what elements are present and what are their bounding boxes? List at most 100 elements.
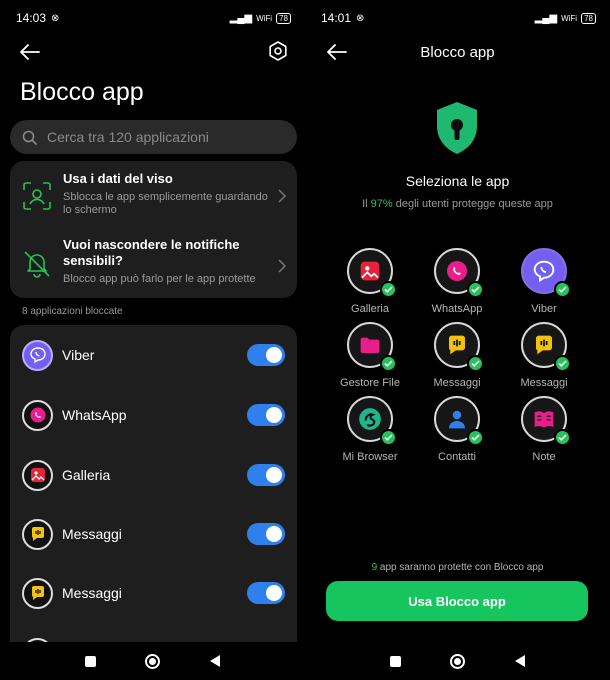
lock-toggle[interactable] [247,404,285,426]
app-name: Note [532,451,556,463]
check-icon [554,281,571,298]
back-nav-button[interactable] [515,655,526,667]
app-name: Messaggi [62,526,122,542]
list-item[interactable]: Messaggi [10,514,297,554]
gallery-icon [22,459,53,491]
home-button[interactable] [450,653,466,669]
battery-icon: 78 [276,12,291,24]
list-item[interactable]: Messaggi [10,573,297,613]
note-text: app saranno protette con Blocco app [377,562,544,573]
navigation-bar [305,642,610,680]
bell-off-icon [24,251,50,278]
search-bar[interactable] [10,120,297,154]
app-name: Messaggi [62,585,122,601]
status-time: 14:03 [16,11,47,25]
viber-icon [22,339,53,371]
face-data-option[interactable]: Usa i dati del viso Sblocca le app sempl… [10,171,297,231]
app-tile-messaggi[interactable]: Messaggi [407,322,507,389]
section-heading: Seleziona le app [405,173,510,189]
list-item[interactable]: WhatsApp [10,395,297,435]
check-icon [380,355,397,372]
page-title: Blocco app [20,78,144,106]
hide-notifications-option[interactable]: Vuoi nascondere le notifiche sensibili? … [10,237,297,293]
lock-toggle[interactable] [247,344,285,366]
app-name: Mi Browser [342,451,398,463]
gear-icon [269,41,287,61]
check-icon [467,355,484,372]
signal-icon: ▂▄▆ [534,12,558,24]
app-tile-viber[interactable]: Viber [494,248,594,315]
chevron-right-icon [278,189,287,203]
arrow-left-icon [20,44,40,60]
feature-description: Sblocca le app semplicemente guardando l… [63,191,268,216]
search-input[interactable] [47,129,277,145]
app-name: WhatsApp [431,303,483,315]
recents-button[interactable] [84,655,96,667]
check-icon [380,281,397,298]
app-tile-contatti[interactable]: Contatti [407,396,507,463]
feature-description: Blocco app può farlo per le app protette [63,273,256,285]
back-nav-button[interactable] [210,655,221,667]
locked-apps-list: Viber WhatsApp Galleria Messaggi Messagg… [10,325,297,655]
app-name: Messaggi [520,377,568,389]
features-card: Usa i dati del viso Sblocca le app sempl… [10,161,297,298]
whatsapp-icon [22,399,53,431]
app-name: Viber [62,347,95,363]
status-notification-icon: ⊗ [51,12,60,24]
app-tile-gestore-file[interactable]: Gestore File [320,322,420,389]
app-tile-whatsapp[interactable]: WhatsApp [407,248,507,315]
settings-button[interactable] [267,40,291,64]
app-name: Messaggi [433,377,481,389]
left-screen: 14:03 ⊗ ▂▄▆ WiFi 78 Blocco app Usa i dat… [0,0,305,680]
app-name: Gestore File [340,377,400,389]
protection-note: 9 app saranno protette con Blocco app [305,562,610,573]
status-bar: 14:01 ⊗ ▂▄▆ WiFi 78 [305,0,610,36]
back-button[interactable] [18,40,42,64]
stat-percentage: 97% [370,198,393,210]
check-icon [467,281,484,298]
app-tile-messaggi[interactable]: Messaggi [494,322,594,389]
status-time: 14:01 [321,11,352,25]
app-name: Galleria [351,303,389,315]
app-tile-mi-browser[interactable]: Mi Browser [320,396,420,463]
page-title: Blocco app [420,44,495,61]
feature-title: Usa i dati del viso [63,171,173,186]
lock-toggle[interactable] [247,464,285,486]
status-bar: 14:03 ⊗ ▂▄▆ WiFi 78 [0,0,305,36]
face-scan-icon [23,182,51,210]
lock-toggle[interactable] [247,582,285,604]
locked-apps-count: 8 applicazioni bloccate [22,306,123,317]
app-tile-note[interactable]: Note [494,396,594,463]
app-name: WhatsApp [62,407,127,423]
stat-prefix: Il [362,198,371,210]
app-name: Galleria [62,467,111,483]
right-screen: 14:01 ⊗ ▂▄▆ WiFi 78 Blocco app Seleziona… [305,0,610,680]
navigation-bar [0,642,305,680]
shield-lock-icon [437,102,477,154]
signal-icon: ▂▄▆ [229,12,253,24]
protection-stat: Il 97% degli utenti protegge queste app [305,198,610,210]
recents-button[interactable] [389,655,401,667]
feature-title: Vuoi nascondere le notifiche sensibili? [63,237,240,268]
app-name: Contatti [438,451,476,463]
status-notification-icon: ⊗ [356,12,365,24]
lock-toggle[interactable] [247,523,285,545]
wifi-label: WiFi [561,13,578,23]
check-icon [467,429,484,446]
messages-icon [22,518,53,550]
app-tile-galleria[interactable]: Galleria [320,248,420,315]
messages-icon [22,577,53,609]
check-icon [380,429,397,446]
chevron-right-icon [278,259,287,273]
wifi-label: WiFi [256,13,273,23]
check-icon [554,355,571,372]
stat-suffix: degli utenti protegge queste app [392,198,553,210]
check-icon [554,429,571,446]
list-item[interactable]: Viber [10,335,297,375]
use-app-lock-button[interactable]: Usa Blocco app [326,581,588,621]
search-icon [22,130,37,145]
list-item[interactable]: Galleria [10,455,297,495]
battery-icon: 78 [581,12,596,24]
app-name: Viber [531,303,557,315]
home-button[interactable] [145,653,161,669]
